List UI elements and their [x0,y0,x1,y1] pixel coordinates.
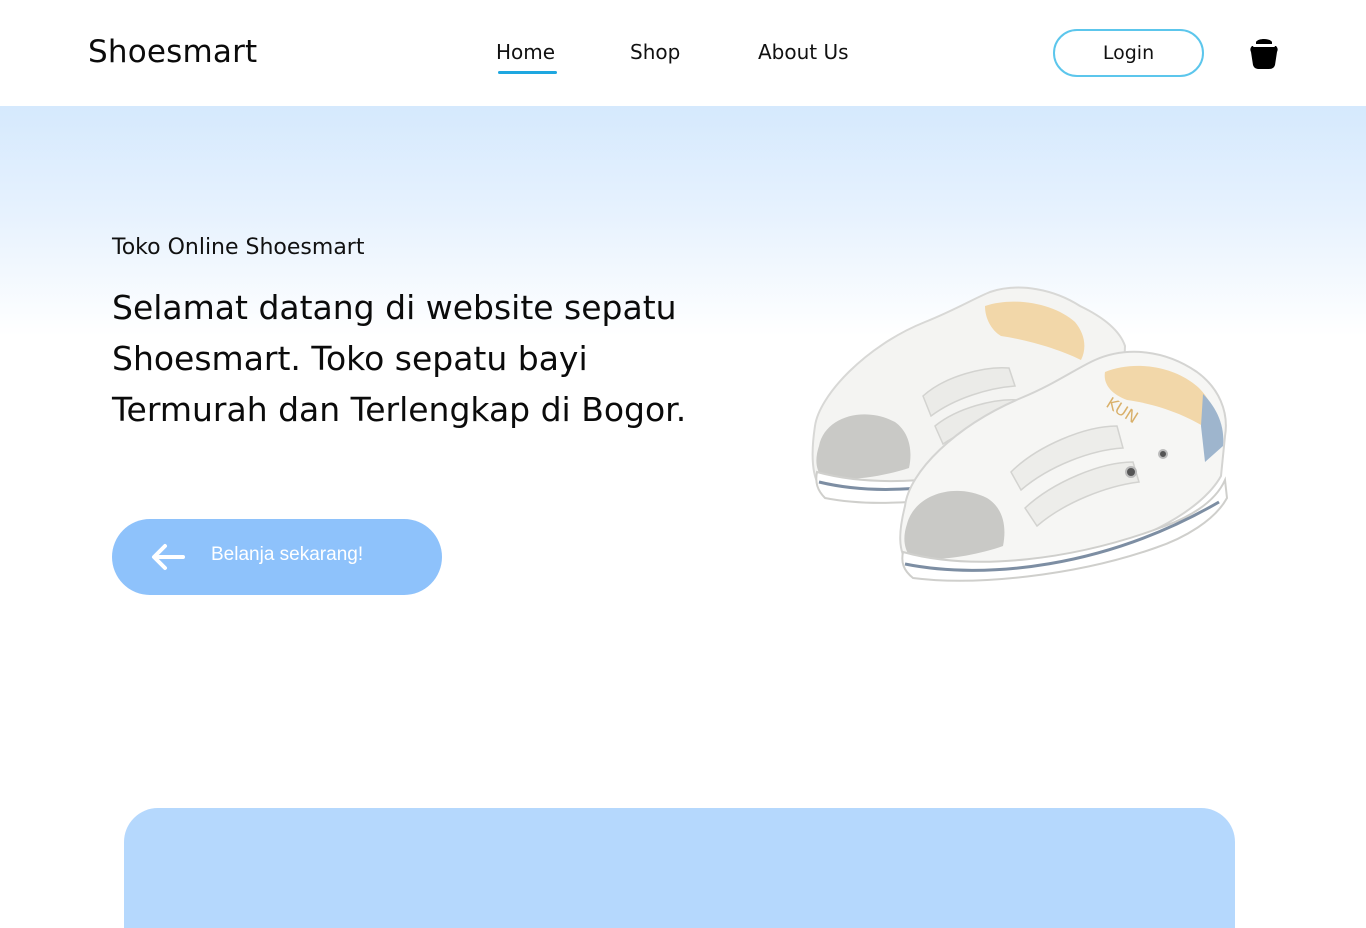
arrow-left-icon [152,544,185,570]
login-button-label: Login [1102,42,1155,64]
featured-panel [124,808,1235,928]
login-button[interactable]: Login [1053,29,1204,77]
shop-now-label: Belanja sekarang! [211,544,364,565]
hero-section: Toko Online Shoesmart Selamat datang di … [0,106,1366,928]
navbar: Shoesmart Home Shop About Us Login [0,0,1366,106]
shopping-bag-icon[interactable] [1248,36,1280,70]
white-baby-sneaker-image: KUN [811,286,1229,582]
nav-active-indicator [498,71,557,74]
brand-logo[interactable]: Shoesmart [88,34,257,70]
hero-subtitle: Toko Online Shoesmart [112,235,365,260]
nav-link-shop[interactable]: Shop [630,40,680,64]
nav-link-about-us[interactable]: About Us [758,40,849,64]
shop-now-button[interactable]: Belanja sekarang! [112,519,442,595]
hero-title: Selamat datang di website sepatu Shoesma… [112,288,687,429]
nav-link-home[interactable]: Home [496,40,555,64]
